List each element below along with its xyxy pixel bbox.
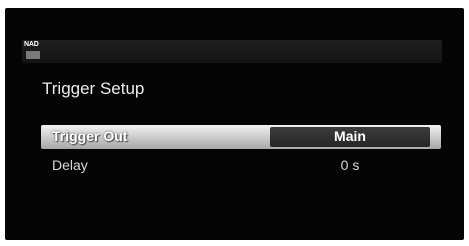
setting-label-delay: Delay — [52, 157, 88, 173]
nad-logo: NAD — [24, 41, 42, 59]
logo-text: NAD — [24, 41, 39, 48]
setting-value-delay[interactable]: 0 s — [270, 157, 430, 173]
logo-mark-icon — [26, 51, 40, 59]
page-title: Trigger Setup — [42, 79, 145, 98]
setting-value-trigger-out[interactable]: Main — [270, 128, 430, 144]
header-bar — [22, 40, 442, 63]
setting-label-trigger-out: Trigger Out — [52, 128, 128, 144]
